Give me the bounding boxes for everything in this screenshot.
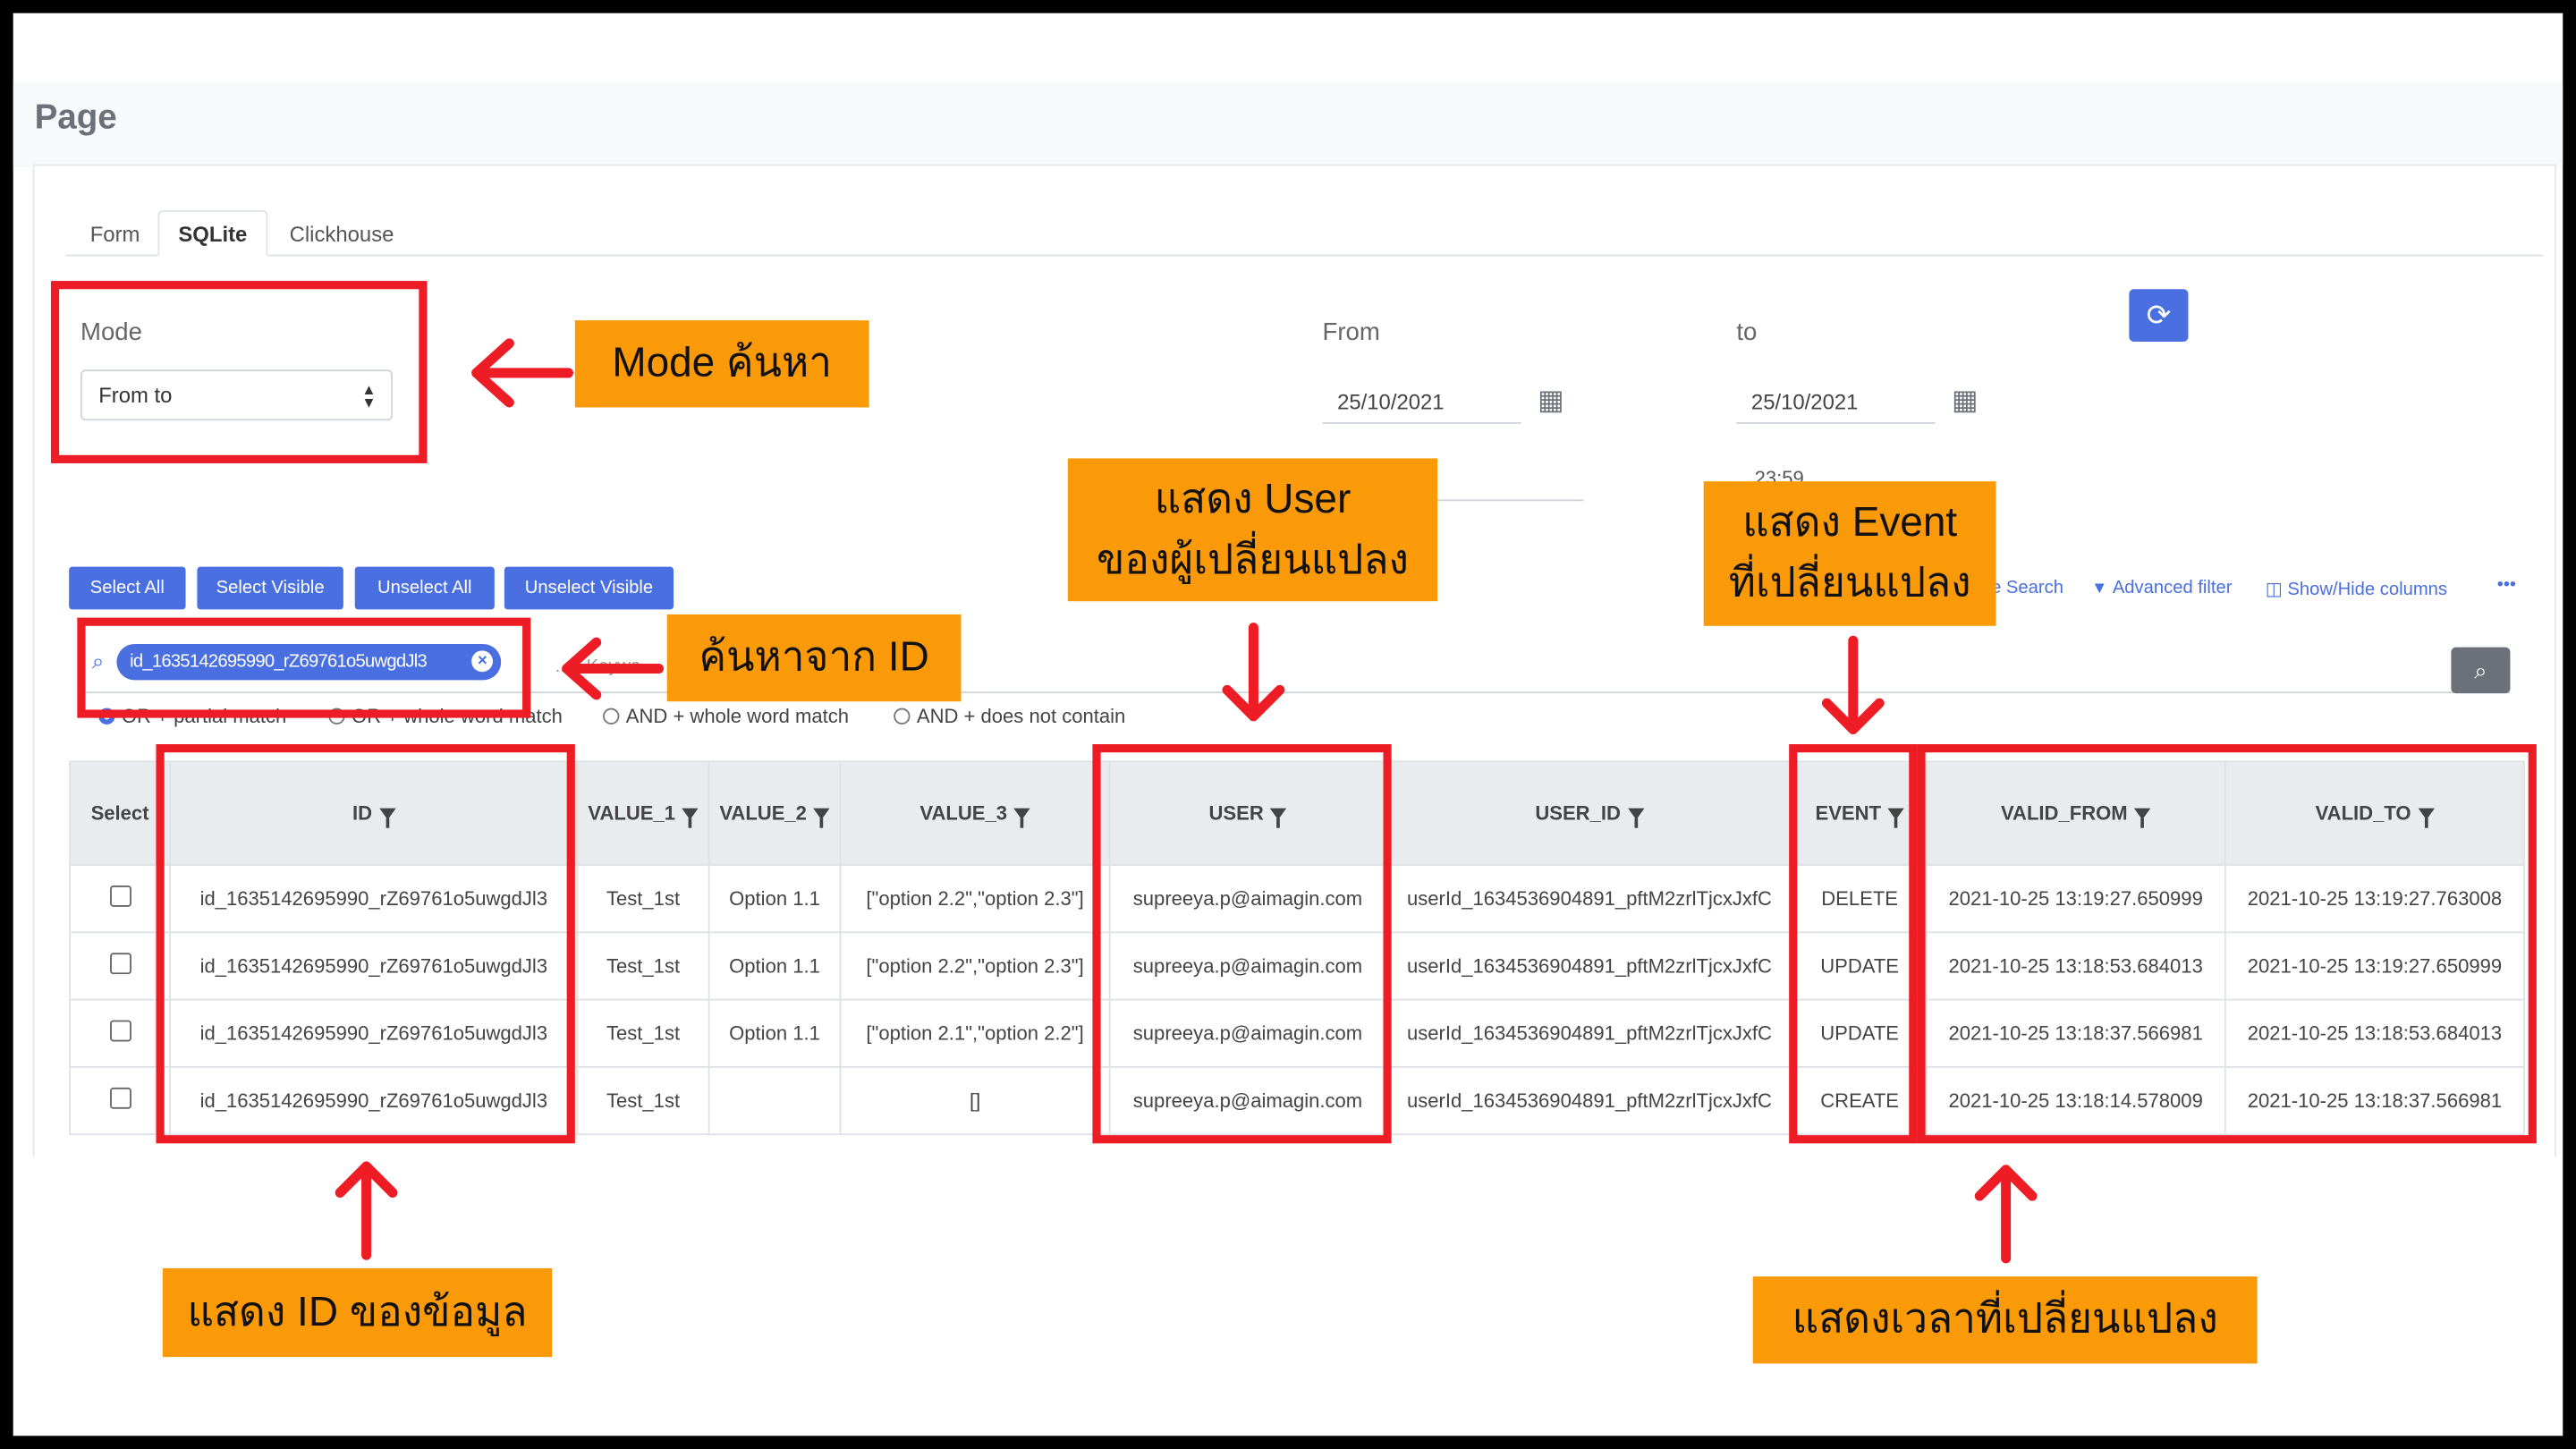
tab-clickhouse[interactable]: Clickhouse [269,210,414,256]
page-header [13,81,2563,168]
screenshot-frame: Page Form SQLite Clickhouse Mode From to… [13,13,2563,1436]
value-3-cell: ["option 2.1","option 2.2"] [839,998,1111,1068]
value-1-cell: Test_1st [576,1066,710,1136]
select-cell[interactable] [69,931,172,1001]
callout-time: แสดงเวลาที่เปลี่ยนแปลง [1752,1276,2258,1364]
value-1-cell: Test_1st [576,864,710,934]
annotation-box-id [156,744,575,1144]
calendar-icon[interactable]: ▦ [1952,385,1979,418]
filter-icon[interactable] [682,809,699,829]
row-checkbox[interactable] [109,885,131,907]
column-header-user-id[interactable]: USER_ID [1385,760,1794,866]
unselect-all-button[interactable]: Unselect All [354,566,495,610]
callout-user: แสดง User ของผู้เปลี่ยนแปลง [1067,458,1438,602]
callout-id: แสดง ID ของข้อมูล [162,1267,553,1358]
tab-form[interactable]: Form [69,210,161,256]
select-cell[interactable] [69,1066,172,1136]
value-2-cell: Option 1.1 [708,931,842,1001]
column-header-select: Select [69,760,172,866]
search-input[interactable]: ..rd Keywo [555,657,640,677]
unselect-visible-button[interactable]: Unselect Visible [504,566,674,610]
show-hide-label: Show/Hide columns [2287,579,2447,599]
select-cell[interactable] [69,998,172,1068]
select-visible-button[interactable]: Select Visible [197,566,343,610]
magnifier-icon: ⌕ [2474,656,2487,683]
annotation-box-user [1092,744,1392,1144]
from-date-input[interactable]: 25/10/2021 [1322,381,1521,424]
filter-icon: ▼ [2091,579,2108,597]
arrow-time [1974,1165,2038,1264]
column-header-value-2[interactable]: VALUE_2 [708,760,842,866]
columns-icon: ◫ [2265,580,2283,600]
select-all-button[interactable]: Select All [69,566,186,610]
value-1-cell: Test_1st [576,998,710,1068]
user-id-cell: userId_1634536904891_pftM2zrlTjcxJxfC [1385,998,1794,1068]
user-id-cell: userId_1634536904891_pftM2zrlTjcxJxfC [1385,1066,1794,1136]
value-2-cell: Option 1.1 [708,864,842,934]
search-button[interactable]: ⌕ [2451,647,2511,694]
callout-user-line2: ของผู้เปลี่ยนแปลง [1097,536,1409,583]
filter-icon[interactable] [1013,809,1030,829]
select-cell[interactable] [69,864,172,934]
to-label: to [1736,318,1758,347]
filter-icon[interactable] [813,809,830,829]
callout-user-line1: แสดง User [1154,475,1352,522]
value-1-cell: Test_1st [576,931,710,1001]
row-checkbox[interactable] [109,1020,131,1042]
time-underline [1426,499,1584,502]
callout-mode: Mode ค้นหา [574,320,869,408]
value-2-cell [708,1066,842,1136]
radio-icon [894,708,911,724]
calendar-icon[interactable]: ▦ [1538,385,1564,418]
value-3-cell: ["option 2.2","option 2.3"] [839,864,1111,934]
value-2-cell: Option 1.1 [708,998,842,1068]
advanced-filter-link[interactable]: ▼ Advanced filter [2091,579,2232,598]
column-header-value-1[interactable]: VALUE_1 [576,760,710,866]
annotation-box-event [1789,744,1918,1144]
advanced-filter-label: Advanced filter [2112,578,2233,598]
match-option-label: AND + whole word match [625,704,850,728]
value-3-cell: [] [839,1066,1111,1136]
tab-sqlite[interactable]: SQLite [157,210,268,257]
more-menu-icon[interactable]: ••• [2497,575,2516,595]
arrow-id [335,1161,398,1260]
filter-icon[interactable] [1627,809,1644,829]
user-id-cell: userId_1634536904891_pftM2zrlTjcxJxfC [1385,931,1794,1001]
row-checkbox[interactable] [109,1087,131,1109]
annotation-box-mode [50,281,428,463]
match-option-label: AND + does not contain [916,704,1126,728]
callout-event-line2: ที่เปลี่ยนแปลง [1728,560,1971,606]
header-label: VALUE_3 [919,801,1008,826]
refresh-icon: ⟳ [2146,298,2172,332]
radio-icon [603,708,620,724]
annotation-box-time [1917,744,2537,1144]
to-date-input[interactable]: 25/10/2021 [1736,381,1936,424]
page-title: Page [34,98,117,137]
header-label: Select [90,801,149,826]
show-hide-columns-link[interactable]: ◫ Show/Hide columns [2265,579,2447,600]
callout-search-id: ค้นหาจาก ID [666,614,962,702]
callout-event: แสดง Event ที่เปลี่ยนแปลง [1703,481,1996,626]
quick-search-link[interactable]: e Search [1991,579,2063,598]
header-label: VALUE_2 [719,801,807,826]
refresh-button[interactable]: ⟳ [2129,289,2189,343]
tabs-divider [65,254,2544,257]
header-label: VALUE_1 [588,801,675,826]
row-checkbox[interactable] [109,953,131,975]
from-label: From [1322,318,1380,347]
annotation-box-search [77,617,531,718]
match-option-and-not[interactable]: AND + does not contain [894,705,1125,728]
value-3-cell: ["option 2.2","option 2.3"] [839,931,1111,1001]
callout-event-line1: แสดง Event [1742,499,1958,546]
header-label: USER_ID [1535,801,1621,826]
match-option-and-whole[interactable]: AND + whole word match [603,705,849,728]
column-header-value-3[interactable]: VALUE_3 [839,760,1111,866]
user-id-cell: userId_1634536904891_pftM2zrlTjcxJxfC [1385,864,1794,934]
